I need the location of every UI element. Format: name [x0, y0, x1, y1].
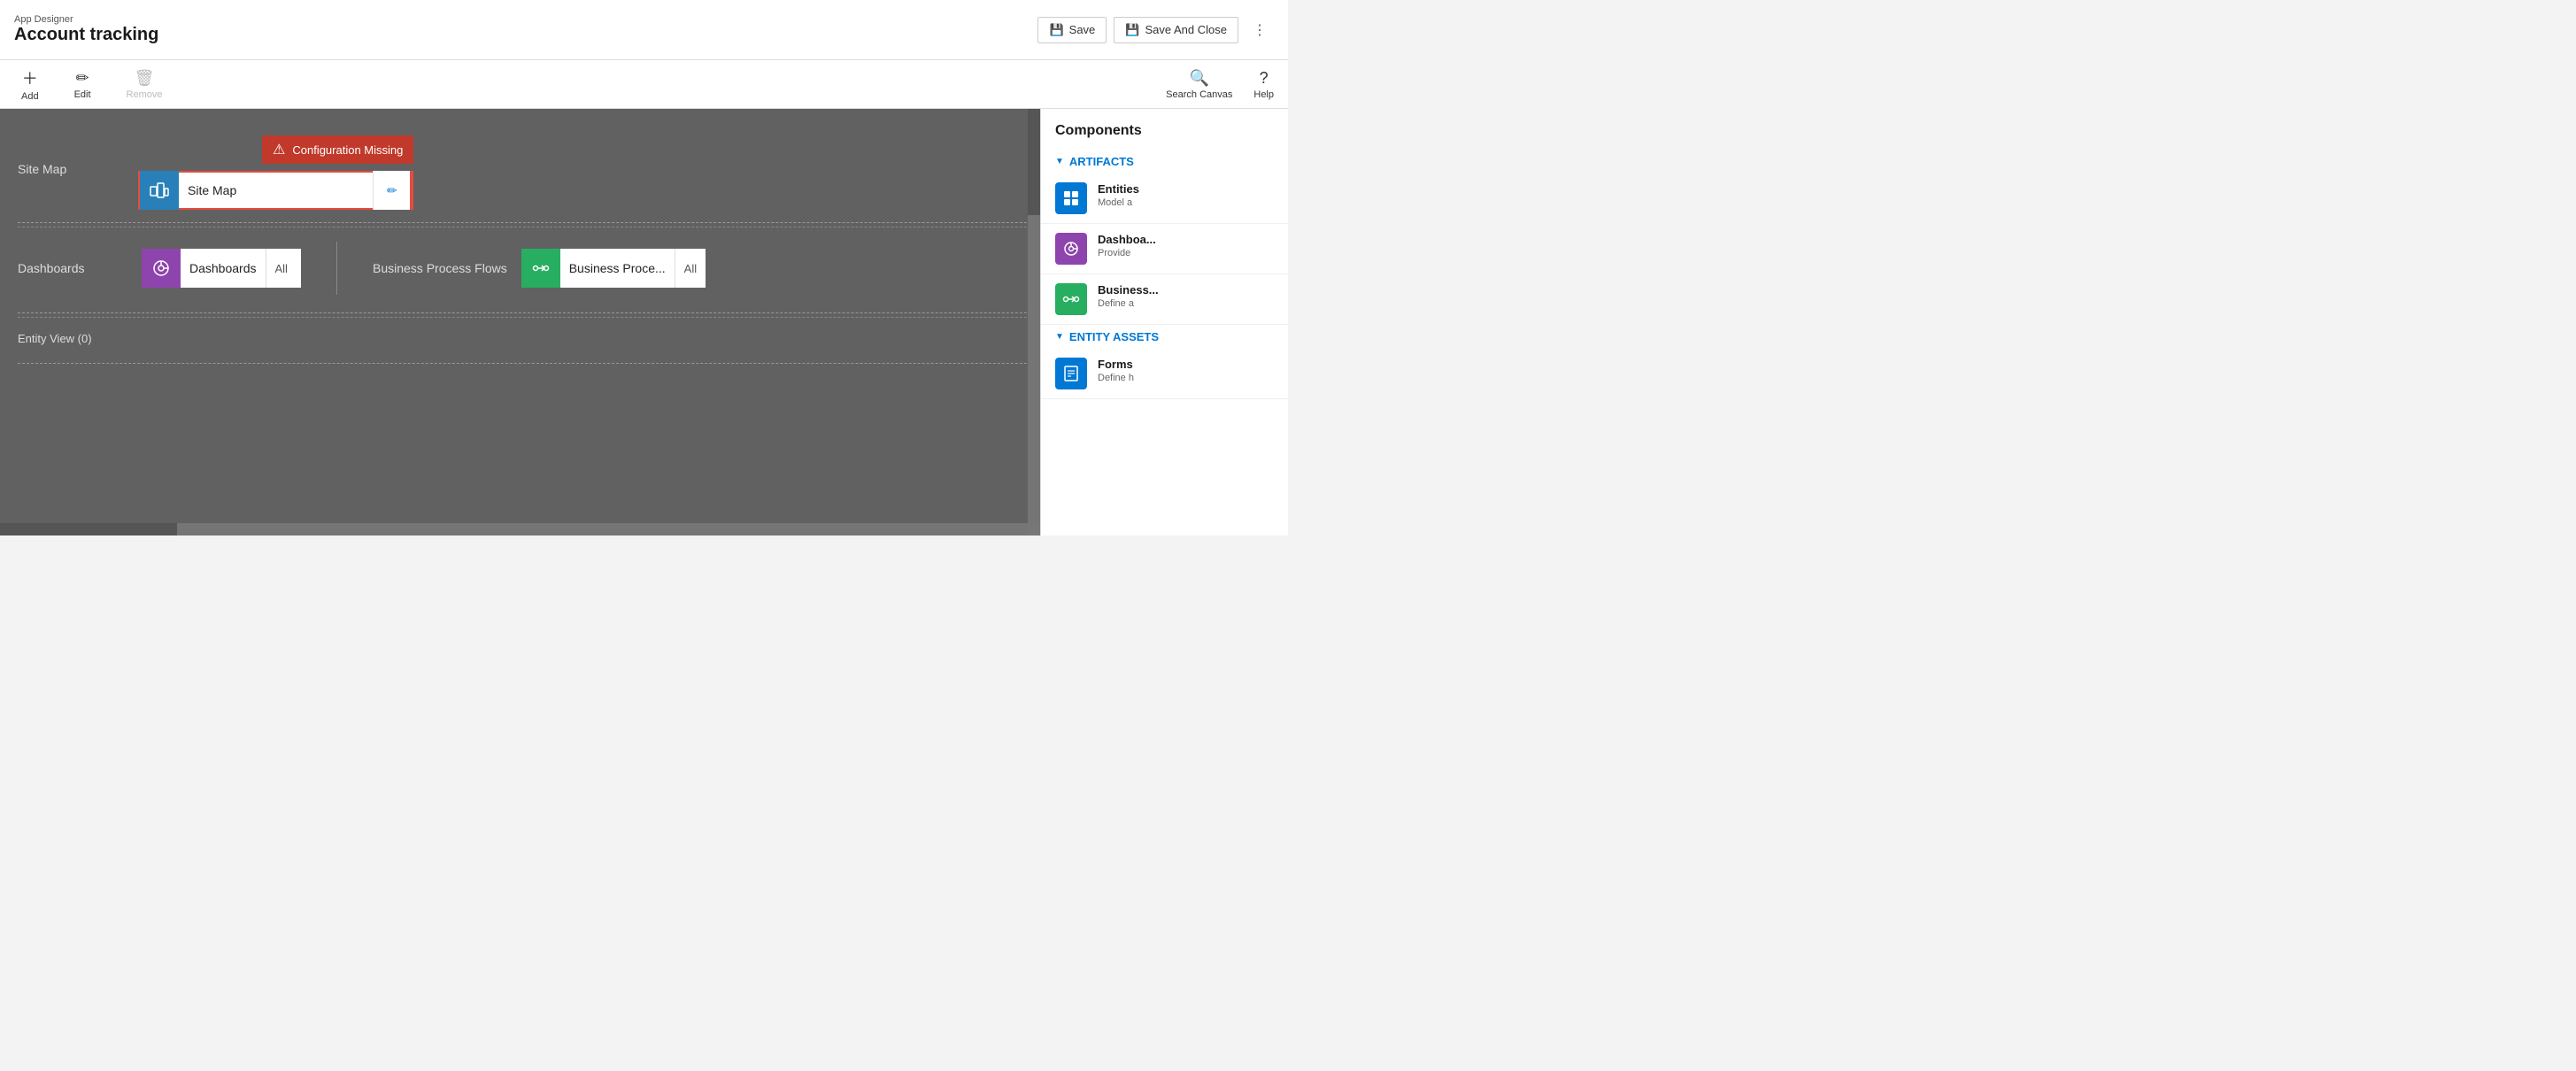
entity-assets-section-header[interactable]: ▼ ENTITY ASSETS [1041, 325, 1288, 349]
entity-assets-label: ENTITY ASSETS [1069, 330, 1159, 343]
save-label: Save [1069, 23, 1096, 36]
entities-desc: Model a [1098, 197, 1274, 208]
section-divider [336, 242, 337, 295]
vertical-scrollbar[interactable] [1028, 109, 1040, 523]
forms-text-group: Forms Define h [1098, 358, 1274, 383]
forms-component-item[interactable]: Forms Define h [1041, 349, 1288, 399]
horizontal-scrollbar[interactable] [0, 523, 1028, 536]
business-process-row-label: Business Process Flows [373, 261, 507, 275]
horizontal-scroll-thumb[interactable] [0, 523, 177, 536]
header-right: 💾 Save 💾 Save And Close ⋮ [1037, 16, 1274, 44]
remove-label: Remove [127, 89, 163, 100]
forms-icon [1055, 358, 1087, 389]
save-close-label: Save And Close [1145, 23, 1227, 36]
business-process-card[interactable]: Business Proce... All [521, 249, 706, 288]
more-options-button[interactable]: ⋮ [1246, 16, 1274, 44]
header-left: App Designer Account tracking [14, 14, 158, 45]
trash-icon: 🗑 [135, 69, 155, 88]
app-title: Account tracking [14, 25, 158, 45]
dashboards-text-group: Dashboa... Provide [1098, 233, 1274, 258]
config-missing-text: Configuration Missing [292, 143, 403, 157]
entity-section: Entity View (0) [18, 317, 1040, 359]
business-process-card-text: Business Proce... [560, 261, 675, 275]
app-designer-label: App Designer [14, 14, 158, 25]
search-canvas-item[interactable]: 🔍 Search Canvas [1166, 69, 1232, 100]
canvas-wrapper: Site Map ⚠ Configuration Missing [0, 109, 1288, 536]
forms-name: Forms [1098, 358, 1274, 371]
dashboards-card[interactable]: Dashboards All [142, 249, 301, 288]
sitemap-card-icon [140, 171, 179, 210]
dashboards-card-text: Dashboards [181, 261, 266, 275]
sidebar: Components ▼ ARTIFACTS Entities Model a [1040, 109, 1288, 536]
dashboards-sidebar-name: Dashboa... [1098, 233, 1274, 246]
entity-assets-chevron-icon: ▼ [1055, 332, 1064, 342]
entity-view-label: Entity View (0) [18, 332, 92, 345]
save-and-close-button[interactable]: 💾 Save And Close [1114, 17, 1238, 43]
save-icon: 💾 [1049, 23, 1063, 37]
toolbar-left: ＋ Add ✏ Edit 🗑 Remove [14, 63, 170, 105]
business-process-sidebar-icon [1055, 283, 1087, 315]
forms-desc: Define h [1098, 373, 1274, 383]
business-process-sidebar-name: Business... [1098, 283, 1274, 297]
add-toolbar-item[interactable]: ＋ Add [14, 63, 46, 105]
dashboards-all-button[interactable]: All [266, 249, 297, 288]
save-button[interactable]: 💾 Save [1037, 17, 1107, 43]
canvas-content: Site Map ⚠ Configuration Missing [0, 109, 1040, 385]
add-label: Add [21, 91, 39, 102]
toolbar: ＋ Add ✏ Edit 🗑 Remove 🔍 Search Canvas ? … [0, 60, 1288, 109]
sitemap-card[interactable]: Site Map ✏ [138, 171, 413, 210]
business-process-text-group: Business... Define a [1098, 283, 1274, 309]
help-label: Help [1253, 89, 1274, 100]
warning-triangle-icon: ⚠ [273, 141, 285, 158]
add-icon: ＋ [22, 66, 38, 89]
business-process-group: Business Process Flows Business Proce... [373, 249, 706, 288]
artifacts-label: ARTIFACTS [1069, 155, 1134, 168]
vertical-scroll-thumb[interactable] [1028, 109, 1040, 215]
entities-component-item[interactable]: Entities Model a [1041, 173, 1288, 224]
header: App Designer Account tracking 💾 Save 💾 S… [0, 0, 1288, 60]
sitemap-card-text: Site Map [179, 183, 373, 197]
dashboards-sidebar-icon [1055, 233, 1087, 265]
canvas-main[interactable]: Site Map ⚠ Configuration Missing [0, 109, 1040, 536]
business-process-sidebar-desc: Define a [1098, 298, 1274, 309]
scrollbar-corner [1028, 523, 1040, 536]
artifacts-chevron-icon: ▼ [1055, 157, 1064, 166]
more-icon: ⋮ [1253, 21, 1267, 39]
sitemap-section: Site Map ⚠ Configuration Missing [18, 118, 1040, 219]
edit-toolbar-item[interactable]: ✏ Edit [67, 65, 98, 104]
save-close-icon: 💾 [1125, 23, 1139, 37]
edit-icon: ✏ [76, 69, 89, 88]
dashboards-section: Dashboards Dashboards All [18, 227, 1040, 309]
pencil-icon: ✏ [387, 183, 397, 198]
dashboards-component-item[interactable]: Dashboa... Provide [1041, 224, 1288, 274]
sitemap-edit-button[interactable]: ✏ [373, 171, 412, 210]
help-item[interactable]: ? Help [1253, 69, 1274, 100]
entities-icon [1055, 182, 1087, 214]
entities-text-group: Entities Model a [1098, 182, 1274, 208]
business-process-component-item[interactable]: Business... Define a [1041, 274, 1288, 325]
components-title: Components [1041, 119, 1288, 150]
config-missing-banner: ⚠ Configuration Missing [262, 135, 413, 164]
dashboards-row-label: Dashboards [18, 261, 124, 275]
dashboards-card-icon [142, 249, 181, 288]
business-process-card-icon [521, 249, 560, 288]
help-icon: ? [1260, 69, 1269, 88]
business-process-all-button[interactable]: All [675, 249, 706, 288]
remove-toolbar-item[interactable]: 🗑 Remove [120, 65, 170, 104]
search-icon: 🔍 [1190, 69, 1209, 88]
dashboards-sidebar-desc: Provide [1098, 248, 1274, 258]
toolbar-right: 🔍 Search Canvas ? Help [1166, 69, 1274, 100]
sitemap-row-label: Site Map [18, 135, 124, 176]
entities-name: Entities [1098, 182, 1274, 196]
artifacts-section-header[interactable]: ▼ ARTIFACTS [1041, 150, 1288, 173]
search-canvas-label: Search Canvas [1166, 89, 1232, 100]
edit-label: Edit [74, 89, 91, 100]
